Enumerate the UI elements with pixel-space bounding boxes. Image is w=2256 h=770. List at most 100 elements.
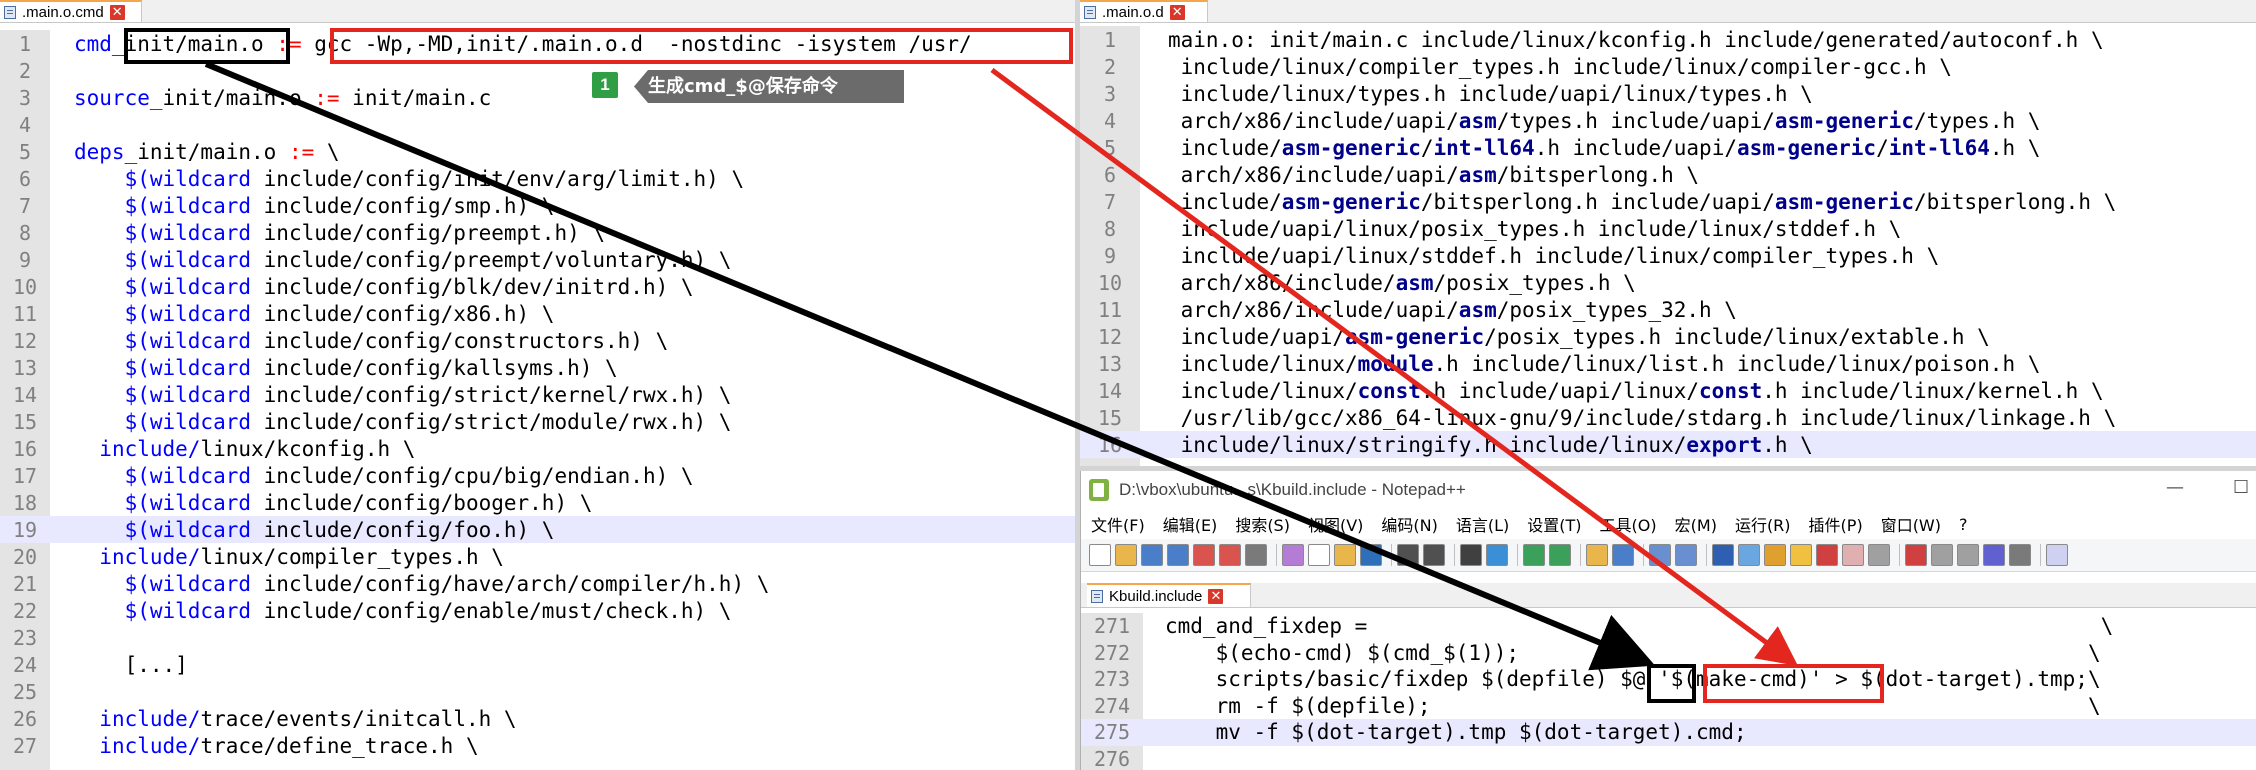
- toolbar-button-icon[interactable]: [1523, 544, 1545, 566]
- code-line[interactable]: 4: [0, 111, 1075, 138]
- toolbar-button-icon[interactable]: [1868, 544, 1890, 566]
- toolbar-button-icon[interactable]: [1764, 544, 1786, 566]
- code-line[interactable]: 24 [...]: [0, 651, 1075, 678]
- toolbar-button-icon[interactable]: [2046, 544, 2068, 566]
- minimize-button[interactable]: —: [2166, 477, 2184, 498]
- menu-item[interactable]: 工具(O): [1600, 512, 1657, 536]
- code-line[interactable]: 17 $(wildcard include/config/cpu/big/end…: [0, 462, 1075, 489]
- menu-item[interactable]: 语言(L): [1456, 512, 1509, 536]
- menu-item[interactable]: ?: [1959, 515, 1968, 534]
- code-line[interactable]: 275 mv -f $(dot-target).tmp $(dot-target…: [1081, 719, 2256, 746]
- code-line[interactable]: 13 include/linux/module.h include/linux/…: [1080, 350, 2256, 377]
- code-line[interactable]: 9 include/uapi/linux/stddef.h include/li…: [1080, 242, 2256, 269]
- menu-item[interactable]: 宏(M): [1675, 512, 1717, 536]
- toolbar-button-icon[interactable]: [1486, 544, 1508, 566]
- code-line[interactable]: 23: [0, 624, 1075, 651]
- code-line[interactable]: 16 include/linux/kconfig.h \: [0, 435, 1075, 462]
- code-line[interactable]: 21 $(wildcard include/config/have/arch/c…: [0, 570, 1075, 597]
- toolbar-button-icon[interactable]: [1334, 544, 1356, 566]
- toolbar-button-icon[interactable]: [1167, 544, 1189, 566]
- code-line[interactable]: 15 /usr/lib/gcc/x86_64-linux-gnu/9/inclu…: [1080, 404, 2256, 431]
- code-line[interactable]: 12 include/uapi/asm-generic/posix_types.…: [1080, 323, 2256, 350]
- toolbar-button-icon[interactable]: [1612, 544, 1634, 566]
- menu-item[interactable]: 视图(V): [1308, 512, 1363, 536]
- toolbar-button-icon[interactable]: [1115, 544, 1137, 566]
- code-line[interactable]: 7 $(wildcard include/config/smp.h) \: [0, 192, 1075, 219]
- toolbar-button-icon[interactable]: [1983, 544, 2005, 566]
- code-line[interactable]: 8 $(wildcard include/config/preempt.h) \: [0, 219, 1075, 246]
- code-line[interactable]: 14 include/linux/const.h include/uapi/li…: [1080, 377, 2256, 404]
- code-line[interactable]: 9 $(wildcard include/config/preempt/volu…: [0, 246, 1075, 273]
- code-line[interactable]: 15 $(wildcard include/config/strict/modu…: [0, 408, 1075, 435]
- toolbar-button-icon[interactable]: [1282, 544, 1304, 566]
- title-bar[interactable]: D:\vbox\ubuntu...s\Kbuild.include - Note…: [1081, 471, 2256, 509]
- toolbar-button-icon[interactable]: [1957, 544, 1979, 566]
- code-line[interactable]: 4 arch/x86/include/uapi/asm/types.h incl…: [1080, 107, 2256, 134]
- toolbar-button-icon[interactable]: [1397, 544, 1419, 566]
- code-line[interactable]: 5 deps_init/main.o := \: [0, 138, 1075, 165]
- code-line[interactable]: 11 $(wildcard include/config/x86.h) \: [0, 300, 1075, 327]
- code-line[interactable]: 10 $(wildcard include/config/blk/dev/ini…: [0, 273, 1075, 300]
- menu-item[interactable]: 编码(N): [1381, 512, 1437, 536]
- code-line[interactable]: 8 include/uapi/linux/posix_types.h inclu…: [1080, 215, 2256, 242]
- left-code-area[interactable]: 1 cmd_init/main.o := gcc -Wp,-MD,init/.ma…: [0, 30, 1075, 770]
- code-line[interactable]: 19 $(wildcard include/config/foo.h) \: [0, 516, 1075, 543]
- toolbar-button-icon[interactable]: [1649, 544, 1671, 566]
- toolbar-button-icon[interactable]: [1905, 544, 1927, 566]
- code-line[interactable]: 272 $(echo-cmd) $(cmd_$(1)); \: [1081, 640, 2256, 667]
- toolbar-button-icon[interactable]: [1842, 544, 1864, 566]
- code-line[interactable]: 13 $(wildcard include/config/kallsyms.h)…: [0, 354, 1075, 381]
- close-icon[interactable]: ✕: [1208, 588, 1224, 604]
- code-line[interactable]: 11 arch/x86/include/uapi/asm/posix_types…: [1080, 296, 2256, 323]
- toolbar-button-icon[interactable]: [1219, 544, 1241, 566]
- code-line[interactable]: 3 include/linux/types.h include/uapi/lin…: [1080, 80, 2256, 107]
- code-line[interactable]: 7 include/asm-generic/bitsperlong.h incl…: [1080, 188, 2256, 215]
- toolbar-button-icon[interactable]: [1308, 544, 1330, 566]
- code-line[interactable]: 1 main.o: init/main.c include/linux/kconf…: [1080, 26, 2256, 53]
- toolbar-button-icon[interactable]: [1790, 544, 1812, 566]
- maximize-button[interactable]: ☐: [2233, 477, 2249, 498]
- code-line[interactable]: 6 $(wildcard include/config/init/env/arg…: [0, 165, 1075, 192]
- menu-item[interactable]: 文件(F): [1091, 512, 1145, 536]
- toolbar-button-icon[interactable]: [1460, 544, 1482, 566]
- code-line[interactable]: 26 include/trace/events/initcall.h \: [0, 705, 1075, 732]
- toolbar-button-icon[interactable]: [1245, 544, 1267, 566]
- close-icon[interactable]: ✕: [1169, 4, 1185, 20]
- right-top-code-area[interactable]: 1 main.o: init/main.c include/linux/kconf…: [1080, 26, 2256, 466]
- code-line[interactable]: 22 $(wildcard include/config/enable/must…: [0, 597, 1075, 624]
- menu-item[interactable]: 搜索(S): [1235, 512, 1290, 536]
- code-line[interactable]: 20 include/linux/compiler_types.h \: [0, 543, 1075, 570]
- menu-item[interactable]: 设置(T): [1527, 512, 1581, 536]
- toolbar-button-icon[interactable]: [1816, 544, 1838, 566]
- toolbar-button-icon[interactable]: [1712, 544, 1734, 566]
- toolbar-button-icon[interactable]: [1586, 544, 1608, 566]
- code-line[interactable]: 25: [0, 678, 1075, 705]
- toolbar-button-icon[interactable]: [1360, 544, 1382, 566]
- menu-item[interactable]: 编辑(E): [1163, 512, 1218, 536]
- tab-kbuild-include[interactable]: Kbuild.include ✕: [1087, 583, 1251, 607]
- toolbar-button-icon[interactable]: [1423, 544, 1445, 566]
- code-line[interactable]: 12 $(wildcard include/config/constructor…: [0, 327, 1075, 354]
- menu-item[interactable]: 插件(P): [1809, 512, 1863, 536]
- toolbar-button-icon[interactable]: [1089, 544, 1111, 566]
- toolbar-button-icon[interactable]: [1549, 544, 1571, 566]
- code-line[interactable]: 27 include/trace/define_trace.h \: [0, 732, 1075, 759]
- toolbar-button-icon[interactable]: [1931, 544, 1953, 566]
- menu-item[interactable]: 运行(R): [1735, 512, 1791, 536]
- code-line[interactable]: 5 include/asm-generic/int-ll64.h include…: [1080, 134, 2256, 161]
- toolbar-button-icon[interactable]: [1141, 544, 1163, 566]
- toolbar-button-icon[interactable]: [1193, 544, 1215, 566]
- code-line[interactable]: 3 source_init/main.o := init/main.c: [0, 84, 1075, 111]
- toolbar-button-icon[interactable]: [2009, 544, 2031, 566]
- code-line[interactable]: 10 arch/x86/include/asm/posix_types.h \: [1080, 269, 2256, 296]
- tab-main-o-d[interactable]: .main.o.d ✕: [1080, 0, 1208, 22]
- toolbar-button-icon[interactable]: [1675, 544, 1697, 566]
- code-line[interactable]: 271 cmd_and_fixdep = \: [1081, 613, 2256, 640]
- close-icon[interactable]: ✕: [109, 4, 125, 20]
- code-line[interactable]: 2 include/linux/compiler_types.h include…: [1080, 53, 2256, 80]
- code-line[interactable]: 14 $(wildcard include/config/strict/kern…: [0, 381, 1075, 408]
- menu-item[interactable]: 窗口(W): [1881, 512, 1941, 536]
- code-line[interactable]: 6 arch/x86/include/uapi/asm/bitsperlong.…: [1080, 161, 2256, 188]
- tab-main-o-cmd[interactable]: .main.o.cmd ✕: [0, 0, 142, 22]
- code-line[interactable]: 18 $(wildcard include/config/booger.h) \: [0, 489, 1075, 516]
